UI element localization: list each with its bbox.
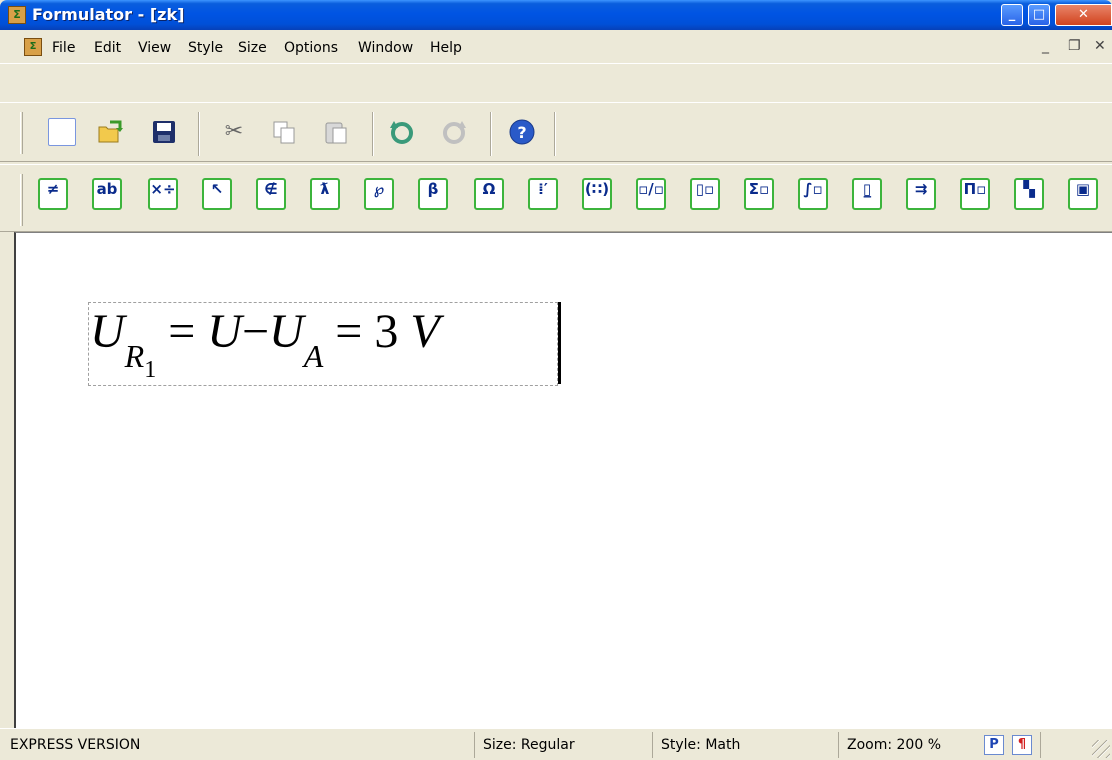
- menu-bar: Σ File Edit View Style Size Options Wind…: [0, 30, 1112, 64]
- formula-equals: =: [335, 305, 363, 358]
- save-icon[interactable]: [150, 118, 178, 146]
- formula-equals: =: [168, 305, 196, 358]
- copy-icon[interactable]: [270, 118, 298, 146]
- redo-icon[interactable]: [440, 118, 468, 146]
- fences-icon[interactable]: ⁞′: [528, 178, 558, 210]
- toolbar-separator: [372, 112, 374, 156]
- operators-icon[interactable]: ×÷: [148, 178, 178, 210]
- status-p-button[interactable]: P: [984, 735, 1004, 755]
- menu-file[interactable]: File: [52, 40, 75, 56]
- integrals-icon[interactable]: ∫▫: [798, 178, 828, 210]
- menu-help[interactable]: Help: [430, 40, 462, 56]
- products-icon[interactable]: Π▫: [960, 178, 990, 210]
- paste-icon[interactable]: [322, 118, 350, 146]
- window-title: Formulator - [zk]: [32, 5, 185, 24]
- matrices-icon[interactable]: ▚: [1014, 178, 1044, 210]
- status-zoom: Zoom: 200 %: [838, 732, 978, 758]
- formula-number: 3: [374, 305, 399, 358]
- menu-window[interactable]: Window: [358, 40, 413, 56]
- status-version: EXPRESS VERSION: [10, 737, 141, 753]
- misc-symbols-icon[interactable]: ƛ: [310, 178, 340, 210]
- accents-icon[interactable]: ab: [92, 178, 122, 210]
- resize-grip[interactable]: [1092, 740, 1110, 758]
- formula-subscript-a: A: [303, 338, 324, 374]
- status-paragraph-button[interactable]: ¶: [1012, 735, 1032, 755]
- cut-icon[interactable]: ✂: [220, 118, 248, 146]
- status-style: Style: Math: [652, 732, 838, 758]
- menu-edit[interactable]: Edit: [94, 40, 121, 56]
- status-size: Size: Regular: [474, 732, 652, 758]
- doc-minimize-button[interactable]: _: [1042, 38, 1049, 54]
- doc-restore-button[interactable]: ❐: [1068, 38, 1081, 54]
- toolbar-separator: [490, 112, 492, 156]
- minimize-button[interactable]: _: [1001, 4, 1023, 26]
- formula-symbol-u: U: [269, 305, 304, 358]
- summation-icon[interactable]: Σ▫: [744, 178, 774, 210]
- spacing-icon[interactable]: ℘: [364, 178, 394, 210]
- toolbar-grip[interactable]: [20, 174, 23, 226]
- maximize-button[interactable]: □: [1028, 4, 1050, 26]
- formula[interactable]: UR1 = U−UA = 3 V: [90, 304, 440, 383]
- menu-size[interactable]: Size: [238, 40, 267, 56]
- scripts-icon[interactable]: ▯▫: [690, 178, 720, 210]
- close-button[interactable]: ✕: [1055, 4, 1112, 26]
- fractions-icon[interactable]: ▫/▫: [636, 178, 666, 210]
- menu-style[interactable]: Style: [188, 40, 223, 56]
- formula-minus: −: [241, 305, 270, 358]
- greek-lower-icon[interactable]: β: [418, 178, 448, 210]
- help-icon[interactable]: ?: [508, 118, 536, 146]
- arrows-icon[interactable]: ↖: [202, 178, 232, 210]
- document-icon[interactable]: Σ: [24, 38, 42, 56]
- menu-view[interactable]: View: [138, 40, 171, 56]
- toolbar-separator: [198, 112, 200, 156]
- undo-icon[interactable]: [388, 118, 416, 146]
- greek-upper-icon[interactable]: Ω: [474, 178, 504, 210]
- formula-symbol-u: U: [90, 305, 125, 358]
- relations-icon[interactable]: ≠: [38, 178, 68, 210]
- formula-symbol-u: U: [207, 305, 242, 358]
- brackets-icon[interactable]: (∷): [582, 178, 612, 210]
- formula-subscript-1: 1: [144, 357, 157, 383]
- status-empty-pane: [1040, 732, 1076, 758]
- app-icon[interactable]: Σ: [8, 6, 26, 24]
- svg-text:?: ?: [517, 123, 526, 142]
- toolbar-end: [554, 112, 556, 156]
- title-bar: Σ Formulator - [zk] _ □ ✕: [0, 0, 1112, 30]
- formula-unit-v: V: [410, 305, 440, 358]
- menu-options[interactable]: Options: [284, 40, 338, 56]
- text-cursor: [558, 302, 561, 384]
- sets-icon[interactable]: ∉: [256, 178, 286, 210]
- labeled-arrows-icon[interactable]: ⇉: [906, 178, 936, 210]
- toolbar-grip[interactable]: [20, 112, 23, 154]
- new-icon[interactable]: [48, 118, 76, 146]
- formula-subscript-r: R: [124, 338, 145, 374]
- open-icon[interactable]: [96, 118, 124, 146]
- underbar-icon[interactable]: ▯̲: [852, 178, 882, 210]
- doc-close-button[interactable]: ✕: [1094, 38, 1106, 54]
- boxes-icon[interactable]: ▣: [1068, 178, 1098, 210]
